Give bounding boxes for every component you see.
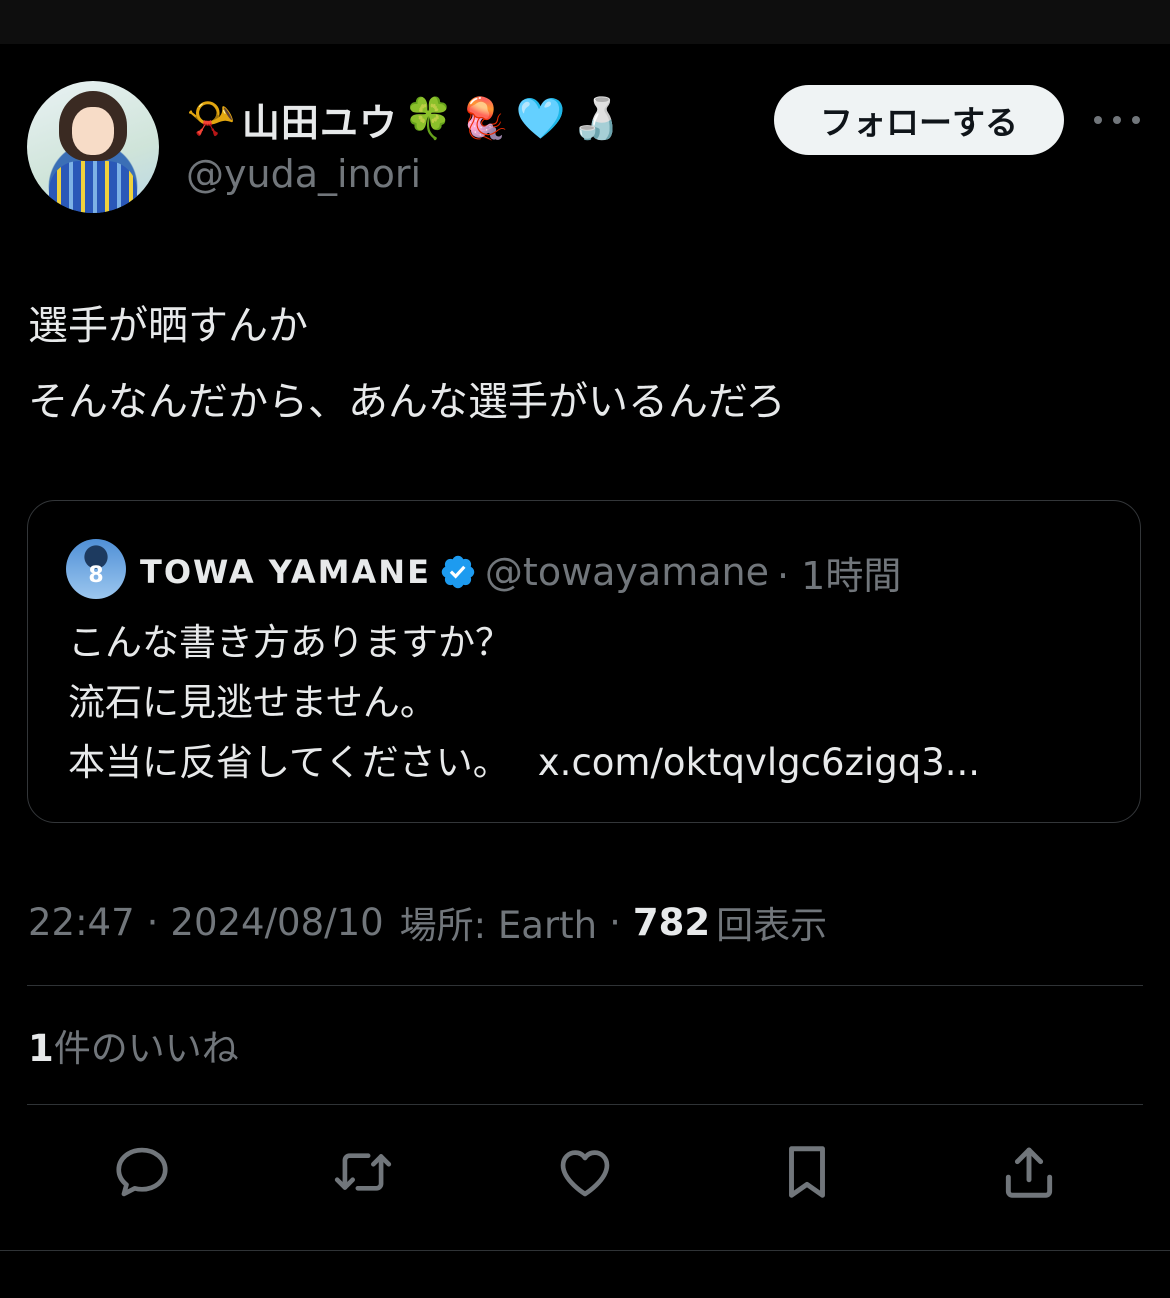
repost-button[interactable] xyxy=(331,1140,395,1204)
like-button[interactable] xyxy=(553,1140,617,1204)
light-blue-heart-emoji: 🩵 xyxy=(515,96,566,142)
bookmark-icon xyxy=(789,1146,825,1198)
sake-emoji: 🍶 xyxy=(571,96,622,142)
views-label: 回表示 xyxy=(716,904,828,947)
share-icon xyxy=(1005,1147,1053,1198)
quoted-line: こんな書き方ありますか？ xyxy=(68,621,512,664)
tweet-line: そんなんだから、あんな選手がいるんだろ xyxy=(28,379,786,425)
likes-label: 件のいいね xyxy=(53,1027,239,1070)
more-dot xyxy=(1094,116,1102,124)
quoted-line-with-link: 本当に反省してください。 x.com/oktqvlgc6zigq3... xyxy=(68,733,980,793)
tweet-meta: 22:47 · 2024/08/10 場所: Earth · 782 回表示 xyxy=(28,895,827,949)
likes-summary[interactable]: 1件のいいね xyxy=(28,1018,239,1072)
quoted-line: 本当に反省してください。 xyxy=(68,741,510,784)
likes-count: 1 xyxy=(28,1027,54,1070)
avatar-jersey-number: 8 xyxy=(88,563,104,588)
quoted-time: · 1時間 xyxy=(776,553,902,598)
quoted-link[interactable]: x.com/oktqvlgc6zigq3... xyxy=(538,741,980,784)
tweet-date[interactable]: 2024/08/10 xyxy=(170,901,383,944)
author-handle[interactable]: @yuda_inori xyxy=(186,152,421,196)
more-icon[interactable] xyxy=(1094,103,1140,137)
follow-button[interactable]: フォローする xyxy=(774,85,1064,155)
reply-button[interactable] xyxy=(110,1140,174,1204)
bottom-divider xyxy=(0,1250,1170,1251)
author-avatar[interactable] xyxy=(27,81,159,213)
divider xyxy=(27,985,1143,986)
avatar-face xyxy=(72,107,114,155)
jellyfish-emoji: 🪼 xyxy=(459,96,510,142)
quoted-author-avatar[interactable]: 8 xyxy=(66,539,126,599)
quoted-author-handle[interactable]: @towayamane xyxy=(485,550,769,594)
quoted-text: こんな書き方ありますか？ 流石に見逃せません。 本当に反省してください。 x.co… xyxy=(68,613,980,793)
author-display-name[interactable]: 山田ユウ xyxy=(242,92,398,147)
reply-icon xyxy=(116,1147,168,1197)
avatar-shirt xyxy=(49,161,137,213)
views-count: 782 xyxy=(632,900,711,944)
quoted-tweet[interactable]: 8 TOWA YAMANE @towayamane · 1時間 こんな書き方あり… xyxy=(27,500,1141,823)
action-bar xyxy=(0,1130,1170,1220)
more-dot xyxy=(1113,116,1121,124)
author-name-row[interactable]: 📯 山田ユウ 🍀 🪼 🩵 🍶 xyxy=(186,90,621,148)
divider xyxy=(27,1104,1143,1105)
quoted-line: 流石に見逃せません。 xyxy=(68,681,437,724)
tweet-text: 選手が晒すんか そんなんだから、あんな選手がいるんだろ xyxy=(28,288,786,440)
tweet-line: 選手が晒すんか xyxy=(28,303,308,349)
share-button[interactable] xyxy=(997,1140,1061,1204)
like-icon xyxy=(560,1150,610,1197)
tweet-time[interactable]: 22:47 xyxy=(28,901,135,944)
clover-emoji: 🍀 xyxy=(403,96,454,142)
quoted-author-name[interactable]: TOWA YAMANE xyxy=(140,553,431,591)
bookmark-button[interactable] xyxy=(775,1140,839,1204)
verified-icon xyxy=(441,555,475,589)
quoted-header: TOWA YAMANE @towayamane · 1時間 xyxy=(140,545,901,599)
meta-separator: · xyxy=(146,900,159,944)
repost-icon xyxy=(334,1153,392,1191)
meta-separator: · xyxy=(609,900,621,944)
top-bar xyxy=(0,0,1170,44)
more-dot xyxy=(1132,116,1140,124)
post-horn-emoji: 📯 xyxy=(186,96,236,142)
tweet-location: 場所: Earth xyxy=(399,904,598,947)
